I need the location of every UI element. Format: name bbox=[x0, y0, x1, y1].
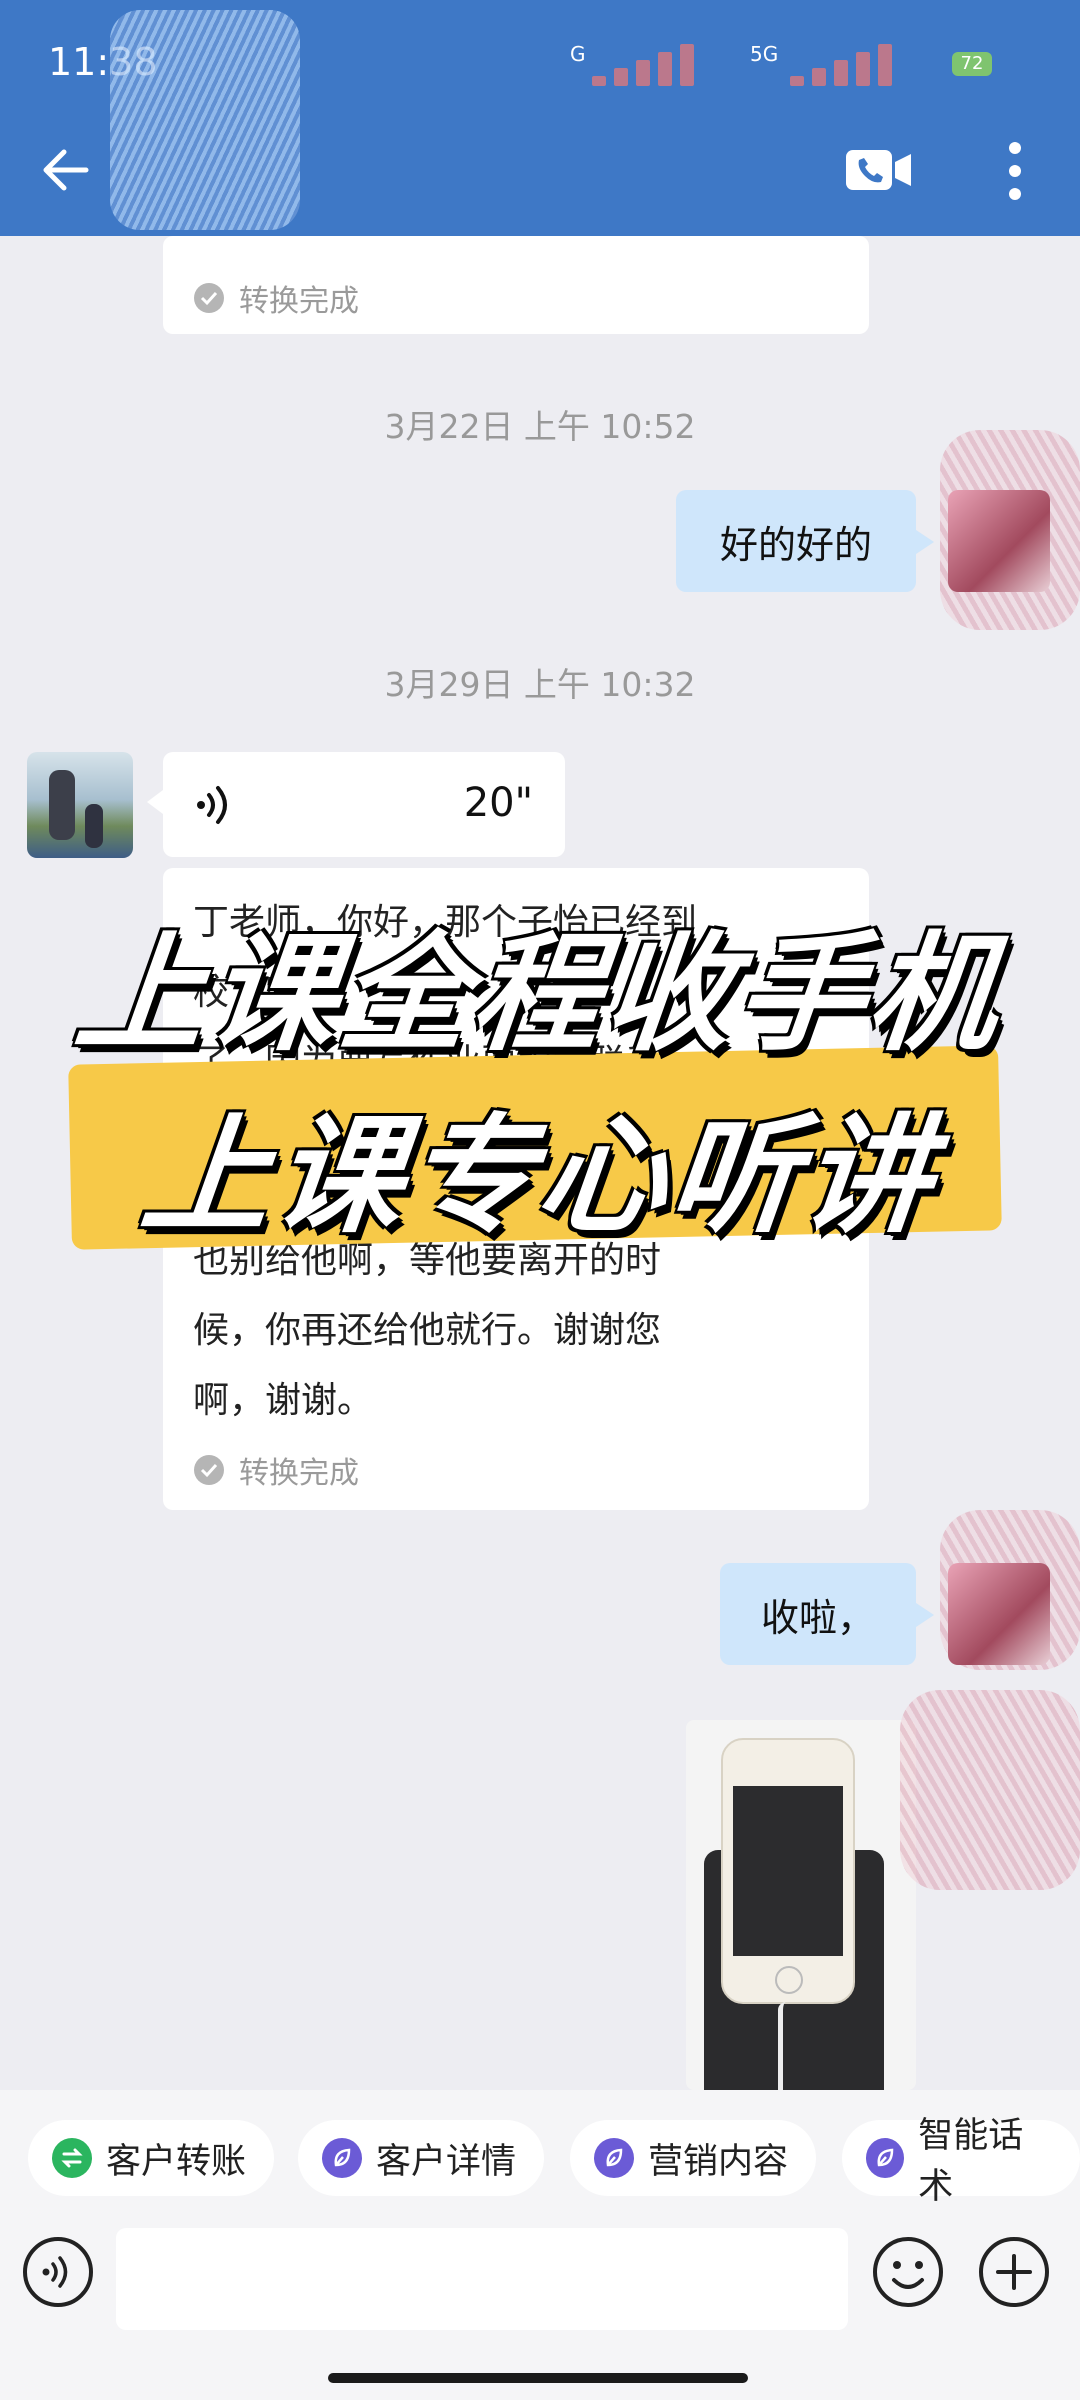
transcript-line: 啊，谢谢。 bbox=[193, 1380, 374, 1421]
transcript-line: 候，你再还给他就行。谢谢您 bbox=[193, 1310, 662, 1351]
transcript-status-label: 转换完成 bbox=[239, 284, 359, 319]
chip-customer-details[interactable]: 客户详情 bbox=[298, 2120, 545, 2196]
photo-cable bbox=[778, 2002, 799, 2090]
transcript-status: 转换完成 bbox=[193, 276, 359, 320]
message-input[interactable] bbox=[116, 2228, 848, 2330]
transcript-status-label: 转换完成 bbox=[239, 1456, 359, 1491]
transfer-icon bbox=[52, 2138, 92, 2178]
avatar-redaction bbox=[900, 1690, 1080, 1890]
plus-icon[interactable] bbox=[978, 2236, 1050, 2308]
leaf-icon bbox=[322, 2138, 362, 2178]
chip-smart-script[interactable]: 智能话术 bbox=[842, 2116, 1080, 2207]
contact-name-redacted bbox=[110, 10, 300, 230]
network-5g-label: 5G bbox=[750, 42, 779, 66]
my-message-text: 好的好的 bbox=[719, 522, 872, 567]
message-timestamp-2: 3月29日 上午 10:32 bbox=[384, 665, 696, 704]
photo-message[interactable] bbox=[686, 1720, 916, 2090]
voice-input-icon[interactable] bbox=[22, 2236, 94, 2308]
back-arrow-icon[interactable] bbox=[36, 140, 96, 200]
home-indicator[interactable] bbox=[328, 2373, 748, 2383]
signal-bars-icon-2 bbox=[790, 44, 892, 86]
contact-avatar[interactable] bbox=[27, 752, 133, 858]
prev-transcript-bubble: 转换完成 bbox=[163, 236, 869, 334]
my-avatar[interactable] bbox=[948, 490, 1050, 592]
transcript-status: 转换完成 bbox=[193, 1448, 359, 1492]
battery-icon: 72 bbox=[952, 52, 992, 76]
chip-label: 营销内容 bbox=[648, 2141, 789, 2182]
overlay-caption-2: 上课专心听讲 bbox=[134, 1102, 943, 1251]
check-circle-icon bbox=[194, 1455, 224, 1485]
chip-label: 客户详情 bbox=[376, 2141, 517, 2182]
quick-action-bar: 客户转账 客户详情 营销内容 智能话术 bbox=[0, 2090, 1080, 2240]
overlay-caption-1: 上课全程收手机 bbox=[68, 920, 1009, 1069]
chip-label: 客户转账 bbox=[106, 2141, 247, 2182]
photo-phone bbox=[721, 1738, 855, 2004]
check-circle-icon bbox=[194, 283, 224, 313]
voice-duration: 20" bbox=[463, 780, 533, 826]
chip-transfer[interactable]: 客户转账 bbox=[28, 2120, 275, 2196]
emoji-icon[interactable] bbox=[872, 2236, 944, 2308]
voice-wave-icon bbox=[197, 786, 227, 824]
leaf-icon bbox=[866, 2138, 905, 2178]
my-message-bubble-2[interactable]: 收啦， bbox=[720, 1563, 934, 1665]
signal-bars-icon bbox=[592, 44, 694, 86]
leaf-icon bbox=[594, 2138, 634, 2178]
my-avatar[interactable] bbox=[948, 1563, 1050, 1665]
voice-message-bubble[interactable]: 20" bbox=[147, 752, 565, 857]
chip-label: 智能话术 bbox=[918, 2116, 1024, 2207]
chip-marketing-content[interactable]: 营销内容 bbox=[570, 2120, 817, 2196]
more-vert-icon[interactable] bbox=[1000, 140, 1030, 202]
message-timestamp: 3月22日 上午 10:52 bbox=[384, 407, 696, 446]
my-message-text: 收啦， bbox=[760, 1595, 875, 1640]
my-message-bubble[interactable]: 好的好的 bbox=[676, 490, 934, 592]
chat-header: 11:38 G 5G 72 bbox=[0, 0, 1080, 236]
network-g-label: G bbox=[570, 42, 586, 66]
video-call-icon[interactable] bbox=[845, 148, 913, 192]
